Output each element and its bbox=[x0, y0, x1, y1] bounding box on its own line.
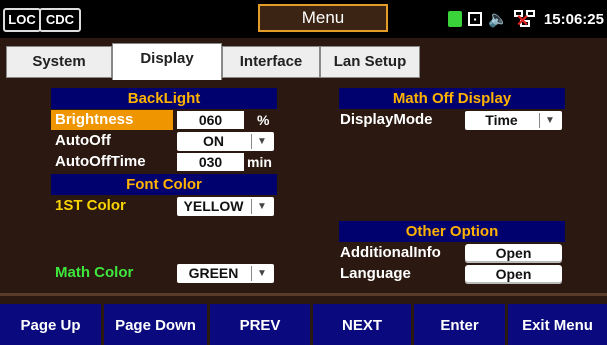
status-bar: LOC CDC Menu ▪ 🔈 ✕ 15:06:25 bbox=[0, 0, 607, 38]
network-disconnected-icon: ✕ bbox=[513, 10, 536, 30]
page-down-softkey[interactable]: Page Down bbox=[104, 304, 210, 345]
font-color-header: Font Color bbox=[51, 174, 277, 195]
status-icons: ▪ 🔈 ✕ 15:06:25 bbox=[448, 8, 604, 30]
page-up-softkey[interactable]: Page Up bbox=[0, 304, 104, 345]
tab-system[interactable]: System bbox=[6, 46, 112, 78]
math-color-dropdown[interactable]: GREEN ▼ bbox=[177, 264, 274, 283]
cdc-indicator: CDC bbox=[39, 8, 81, 32]
displaymode-value: Time bbox=[485, 112, 518, 128]
first-color-dropdown[interactable]: YELLOW ▼ bbox=[177, 197, 274, 216]
displaymode-dropdown[interactable]: Time ▼ bbox=[465, 111, 562, 130]
backlight-header: BackLight bbox=[51, 88, 277, 109]
softkey-bar: Page Up Page Down PREV NEXT Enter Exit M… bbox=[0, 293, 607, 345]
brightness-unit: % bbox=[257, 112, 270, 128]
loc-indicator: LOC bbox=[3, 8, 41, 32]
clock: 15:06:25 bbox=[543, 10, 604, 28]
chevron-down-icon: ▼ bbox=[257, 268, 267, 279]
math-color-value: GREEN bbox=[188, 265, 239, 281]
first-color-value: YELLOW bbox=[183, 198, 244, 214]
first-color-label: 1ST Color bbox=[55, 197, 126, 214]
autoofftime-label: AutoOffTime bbox=[55, 153, 146, 170]
language-label: Language bbox=[340, 265, 411, 282]
battery-icon bbox=[448, 11, 462, 27]
autoofftime-value[interactable]: 030 bbox=[177, 153, 244, 171]
additionalinfo-open-button[interactable]: Open bbox=[465, 244, 562, 263]
other-option-header: Other Option bbox=[339, 221, 565, 242]
tab-interface[interactable]: Interface bbox=[222, 46, 320, 78]
chevron-down-icon: ▼ bbox=[257, 201, 267, 212]
autooff-value: ON bbox=[203, 133, 224, 149]
brightness-label[interactable]: Brightness bbox=[51, 110, 173, 130]
menu-title: Menu bbox=[258, 4, 388, 32]
additionalinfo-label: AdditionalInfo bbox=[340, 244, 441, 261]
displaymode-label: DisplayMode bbox=[340, 111, 433, 128]
math-off-display-header: Math Off Display bbox=[339, 88, 565, 109]
autooff-dropdown[interactable]: ON ▼ bbox=[177, 132, 274, 151]
math-color-label: Math Color bbox=[55, 264, 134, 281]
autooff-label: AutoOff bbox=[55, 132, 111, 149]
autoofftime-unit: min bbox=[247, 154, 272, 170]
language-open-button[interactable]: Open bbox=[465, 265, 562, 284]
display-settings-panel: BackLight Brightness 060 % AutoOff ON ▼ … bbox=[0, 80, 607, 293]
next-softkey[interactable]: NEXT bbox=[313, 304, 414, 345]
speaker-icon: 🔈 bbox=[488, 11, 508, 28]
tab-display[interactable]: Display bbox=[112, 43, 222, 80]
prev-softkey[interactable]: PREV bbox=[210, 304, 313, 345]
enter-softkey[interactable]: Enter bbox=[414, 304, 508, 345]
storage-icon: ▪ bbox=[468, 12, 482, 26]
chevron-down-icon: ▼ bbox=[545, 115, 555, 126]
screen: LOC CDC Menu ▪ 🔈 ✕ 15:06:25 System Displ… bbox=[0, 0, 607, 345]
tab-lan-setup[interactable]: Lan Setup bbox=[320, 46, 420, 78]
brightness-value[interactable]: 060 bbox=[177, 111, 244, 129]
exit-menu-softkey[interactable]: Exit Menu bbox=[508, 304, 607, 345]
tab-strip: System Display Interface Lan Setup bbox=[0, 38, 607, 80]
chevron-down-icon: ▼ bbox=[257, 136, 267, 147]
